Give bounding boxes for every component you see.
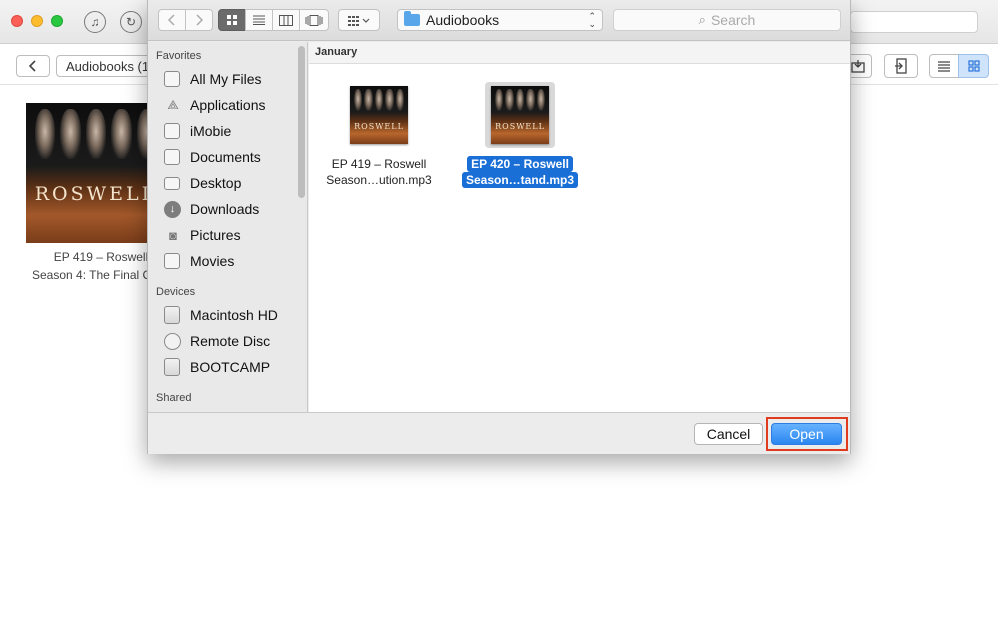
desktop-icon [164, 176, 180, 190]
back-button[interactable] [16, 55, 50, 77]
chevron-left-icon [168, 14, 175, 26]
sidebar-item-label: iMobie [190, 123, 232, 139]
list-view-button[interactable] [929, 54, 959, 78]
columns-icon [279, 14, 293, 26]
cover-flow-button[interactable] [299, 9, 329, 31]
arrange-icon [348, 15, 370, 26]
sidebar-item-applications[interactable]: ⟁ Applications [164, 94, 266, 116]
sidebar-item-label: Macintosh HD [190, 307, 278, 323]
column-view-button[interactable] [272, 9, 300, 31]
sidebar-item-macintosh-hd[interactable]: Macintosh HD [164, 304, 278, 326]
documents-icon [164, 149, 180, 165]
file-browser: January ROSWELL EP 419 – Roswell Season…… [309, 42, 850, 412]
sidebar-item-desktop[interactable]: Desktop [164, 172, 241, 194]
location-label: Audiobooks [426, 12, 500, 28]
album-art-thumbnail: ROSWELL [350, 86, 408, 144]
cover-art-faces [32, 109, 160, 164]
cover-title: ROSWELL [354, 122, 404, 131]
file-name: EP 419 – Roswell Season…ution.mp3 [316, 156, 442, 188]
open-file-dialog: Audiobooks ⌃ ⌄ ⌕ Search Favorites All My … [147, 0, 851, 454]
file-item-selected[interactable]: ROSWELL EP 420 – Roswell Season…tand.mp3 [457, 82, 583, 188]
sidebar-item-all-my-files[interactable]: All My Files [164, 68, 262, 90]
file-name-line1: EP 420 – Roswell [467, 156, 573, 172]
sidebar-item-label: Movies [190, 253, 235, 269]
search-placeholder: Search [710, 12, 756, 28]
disc-icon [164, 332, 181, 350]
close-window-button[interactable] [11, 15, 23, 27]
maximize-window-button[interactable] [51, 15, 63, 27]
folder-icon [404, 11, 420, 26]
sidebar-item-label: Remote Disc [190, 333, 271, 349]
app-search-input[interactable] [850, 11, 978, 33]
sidebar-item-documents[interactable]: Documents [164, 146, 261, 168]
cover-title: ROSWELL [495, 122, 545, 131]
file-name-line2: Season…ution.mp3 [326, 173, 432, 187]
list-icon [938, 61, 950, 72]
file-name: EP 420 – Roswell Season…tand.mp3 [457, 156, 583, 188]
open-button[interactable]: Open [771, 423, 842, 445]
file-name-line1: EP 419 – Roswell [331, 157, 427, 171]
file-item[interactable]: ROSWELL EP 419 – Roswell Season…ution.mp… [316, 82, 442, 188]
list-view-button[interactable] [245, 9, 273, 31]
sidebar-item-label: BOOTCAMP [190, 359, 271, 375]
sidebar-item-bootcamp[interactable]: BOOTCAMP [164, 356, 270, 378]
dialog-toolbar: Audiobooks ⌃ ⌄ ⌕ Search [148, 0, 850, 41]
audiobook-cover[interactable]: ROSWELL [26, 103, 166, 243]
cancel-button[interactable]: Cancel [694, 423, 763, 445]
hard-disk-icon [164, 358, 180, 376]
chevron-right-icon [196, 14, 203, 26]
sidebar-section-shared: Shared [156, 392, 192, 404]
sidebar-item-label: Documents [190, 149, 261, 165]
sidebar-item-pictures[interactable]: ◙ Pictures [164, 224, 241, 246]
icon-view-button[interactable] [218, 9, 246, 31]
sidebar-section-favorites: Favorites [156, 50, 202, 62]
grid-icon [967, 60, 980, 72]
sidebar: Favorites All My Files ⟁ Applications iM… [148, 42, 308, 412]
minimize-window-button[interactable] [31, 15, 43, 27]
dialog-button-bar: Cancel Open [148, 412, 850, 454]
nav-forward-button[interactable] [185, 9, 213, 31]
file-thumbnail-frame: ROSWELL [485, 82, 555, 148]
export-icon [895, 58, 907, 74]
sidebar-item-label: Downloads [190, 201, 260, 217]
sidebar-item-movies[interactable]: Movies [164, 250, 234, 272]
sidebar-item-label: Pictures [190, 227, 241, 243]
sidebar-section-devices: Devices [156, 286, 196, 298]
sidebar-item-remote-disc[interactable]: Remote Disc [164, 330, 270, 352]
file-name-line2: Season…tand.mp3 [461, 172, 579, 188]
file-thumbnail-frame: ROSWELL [344, 82, 414, 148]
album-art-thumbnail: ROSWELL [491, 86, 549, 144]
camera-icon: ◙ [169, 227, 177, 243]
hard-disk-icon [164, 306, 180, 324]
location-popup[interactable]: Audiobooks ⌃ ⌄ [397, 9, 603, 31]
search-icon: ⌕ [698, 12, 706, 27]
import-icon [851, 60, 865, 73]
list-icon [253, 15, 265, 25]
downloads-icon: ↓ [164, 200, 181, 218]
icon-grid-icon [227, 15, 237, 25]
folder-icon [164, 123, 180, 139]
grid-view-button[interactable] [958, 54, 989, 78]
sidebar-item-label: All My Files [190, 71, 262, 87]
cover-flow-icon [305, 14, 323, 26]
sidebar-scrollbar[interactable] [298, 46, 305, 198]
sidebar-item-downloads[interactable]: ↓ Downloads [164, 198, 259, 220]
nav-back-button[interactable] [158, 9, 186, 31]
search-field[interactable]: ⌕ Search [613, 9, 841, 31]
chevron-left-icon [28, 60, 36, 72]
group-header: January [309, 42, 850, 64]
sidebar-item-label: Applications [190, 97, 266, 113]
export-button[interactable] [884, 54, 918, 78]
sidebar-item-imobie[interactable]: iMobie [164, 120, 231, 142]
applications-icon: ⟁ [167, 97, 179, 112]
updown-arrows-icon: ⌃ ⌄ [588, 11, 596, 29]
music-icon[interactable]: ♫ [84, 11, 106, 33]
film-icon [164, 253, 180, 269]
all-files-icon [164, 71, 180, 87]
cover-title: ROSWELL [34, 183, 158, 205]
arrange-menu-button[interactable] [338, 9, 380, 31]
refresh-icon[interactable]: ↻ [120, 11, 142, 33]
sidebar-item-label: Desktop [190, 175, 242, 191]
